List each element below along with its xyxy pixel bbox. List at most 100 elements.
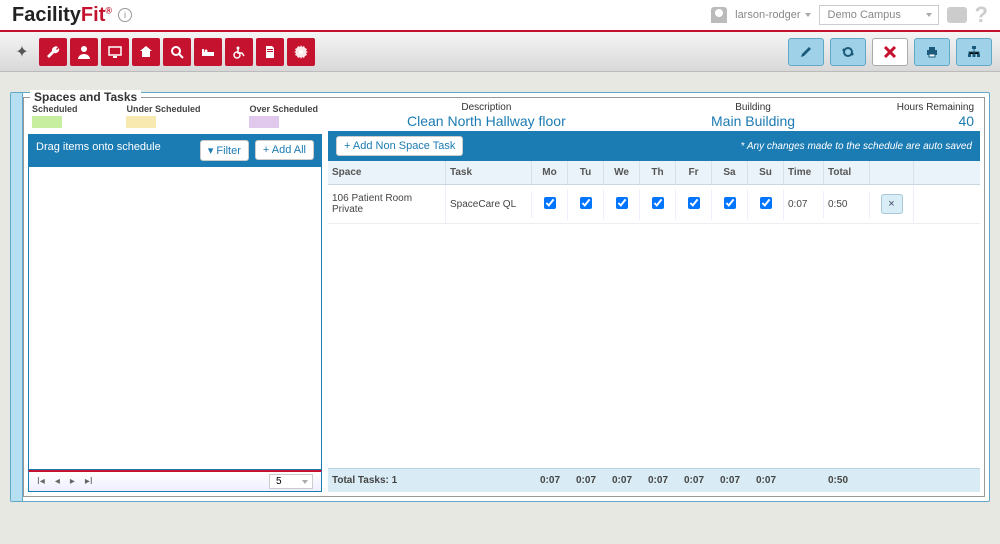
drag-drop-area[interactable]: [28, 167, 322, 470]
remove-row-button[interactable]: ×: [881, 194, 903, 214]
pager-size-dropdown[interactable]: 5: [269, 474, 313, 489]
checkbox-sa[interactable]: [724, 197, 736, 209]
grid-empty-area: [328, 224, 980, 468]
top-bar: FacilityFit® i larson-rodger Demo Campus…: [0, 0, 1000, 30]
legend-under: Under Scheduled: [126, 104, 200, 128]
cell-fr: [676, 189, 712, 220]
info-desc-value: Clean North Hallway floor: [334, 113, 639, 129]
col-space[interactable]: Space: [328, 161, 446, 184]
footer-we: 0:07: [604, 469, 640, 492]
task-header-bar: + Add Non Space Task * Any changes made …: [328, 131, 980, 161]
main-toolbar: ✦: [0, 32, 1000, 72]
home-icon[interactable]: [132, 38, 160, 66]
user-name: larson-rodger: [735, 9, 800, 21]
col-sa[interactable]: Sa: [712, 161, 748, 184]
chat-icon[interactable]: [947, 7, 967, 23]
filter-side-tab[interactable]: [11, 93, 23, 501]
legend-scheduled-label: Scheduled: [32, 104, 78, 114]
cell-remove: ×: [870, 186, 914, 222]
person-icon[interactable]: [70, 38, 98, 66]
logo-mark: ®: [105, 5, 112, 15]
user-dropdown[interactable]: larson-rodger: [735, 9, 810, 21]
filter-button[interactable]: ▾ Filter: [200, 140, 249, 161]
info-desc-label: Description: [334, 102, 639, 113]
col-su[interactable]: Su: [748, 161, 784, 184]
schedule-legend: Scheduled Under Scheduled Over Scheduled: [28, 102, 322, 134]
help-icon[interactable]: ?: [975, 2, 988, 28]
info-building-label: Building: [639, 102, 868, 113]
info-icon[interactable]: i: [118, 8, 132, 22]
edit-action-icon[interactable]: [788, 38, 824, 66]
pager: I◂ ◂ ▸ ▸I 5: [28, 470, 322, 492]
document-icon[interactable]: [256, 38, 284, 66]
footer-label: Total Tasks: 1: [328, 469, 532, 492]
footer-th: 0:07: [640, 469, 676, 492]
checkbox-fr[interactable]: [688, 197, 700, 209]
col-task[interactable]: Task: [446, 161, 532, 184]
filter-button-label: Filter: [216, 145, 240, 157]
wrench-icon[interactable]: [39, 38, 67, 66]
caret-down-icon: [302, 480, 308, 484]
add-all-button[interactable]: + Add All: [255, 140, 314, 160]
legend-under-label: Under Scheduled: [126, 104, 200, 114]
add-all-button-label: Add All: [272, 144, 306, 156]
footer-total: 0:50: [824, 469, 870, 492]
logo-facility: Facility: [12, 4, 81, 26]
checkbox-th[interactable]: [652, 197, 664, 209]
org-action-icon[interactable]: [956, 38, 992, 66]
col-th[interactable]: Th: [640, 161, 676, 184]
spaces-tasks-panel: Spaces and Tasks Scheduled Under Schedul…: [10, 92, 990, 502]
legend-under-swatch: [126, 116, 156, 128]
bed-icon[interactable]: [194, 38, 222, 66]
col-time[interactable]: Time: [784, 161, 824, 184]
legend-over-label: Over Scheduled: [249, 104, 318, 114]
grid-header: Space Task Mo Tu We Th Fr Sa Su Time Tot…: [328, 161, 980, 185]
col-total[interactable]: Total: [824, 161, 870, 184]
monitor-icon[interactable]: [101, 38, 129, 66]
pager-next-icon[interactable]: ▸: [70, 476, 75, 487]
checkbox-su[interactable]: [760, 197, 772, 209]
cell-total: 0:50: [824, 191, 870, 218]
pager-first-icon[interactable]: I◂: [37, 476, 45, 487]
col-tu[interactable]: Tu: [568, 161, 604, 184]
settings-icon[interactable]: [287, 38, 315, 66]
print-action-icon[interactable]: [914, 38, 950, 66]
legend-over: Over Scheduled: [249, 104, 318, 128]
main-area: Spaces and Tasks Scheduled Under Schedul…: [0, 72, 1000, 512]
cell-space: 106 Patient Room Private: [328, 185, 446, 223]
col-mo[interactable]: Mo: [532, 161, 568, 184]
logo-fit: Fit: [81, 4, 105, 26]
refresh-action-icon[interactable]: [830, 38, 866, 66]
info-row: Description Clean North Hallway floor Bu…: [328, 102, 980, 131]
cell-th: [640, 189, 676, 220]
campus-dropdown[interactable]: Demo Campus: [819, 5, 939, 25]
checkbox-we[interactable]: [616, 197, 628, 209]
pager-last-icon[interactable]: ▸I: [85, 476, 93, 487]
drag-header: Drag items onto schedule ▾ Filter + Add …: [28, 134, 322, 167]
campus-selected: Demo Campus: [828, 9, 901, 21]
spark-icon[interactable]: ✦: [8, 38, 36, 66]
panel-title: Spaces and Tasks: [30, 90, 141, 104]
col-we[interactable]: We: [604, 161, 640, 184]
pager-prev-icon[interactable]: ◂: [55, 476, 60, 487]
app-logo: FacilityFit®: [12, 4, 112, 27]
delete-action-icon[interactable]: [872, 38, 908, 66]
left-column: Scheduled Under Scheduled Over Scheduled…: [28, 102, 322, 492]
add-non-space-task-label: Add Non Space Task: [353, 140, 456, 152]
col-fr[interactable]: Fr: [676, 161, 712, 184]
col-actions: [870, 161, 914, 184]
add-non-space-task-button[interactable]: + Add Non Space Task: [336, 136, 463, 156]
checkbox-mo[interactable]: [544, 197, 556, 209]
cell-sa: [712, 189, 748, 220]
checkbox-tu[interactable]: [580, 197, 592, 209]
cell-task: SpaceCare QL: [446, 191, 532, 218]
info-hours-value: 40: [867, 113, 974, 129]
search-icon[interactable]: [163, 38, 191, 66]
legend-scheduled: Scheduled: [32, 104, 78, 128]
wheelchair-icon[interactable]: [225, 38, 253, 66]
grid-footer: Total Tasks: 1 0:07 0:07 0:07 0:07 0:07 …: [328, 468, 980, 492]
legend-over-swatch: [249, 116, 279, 128]
cell-mo: [532, 189, 568, 220]
caret-down-icon: [805, 13, 811, 17]
top-right: larson-rodger Demo Campus ?: [711, 2, 988, 28]
